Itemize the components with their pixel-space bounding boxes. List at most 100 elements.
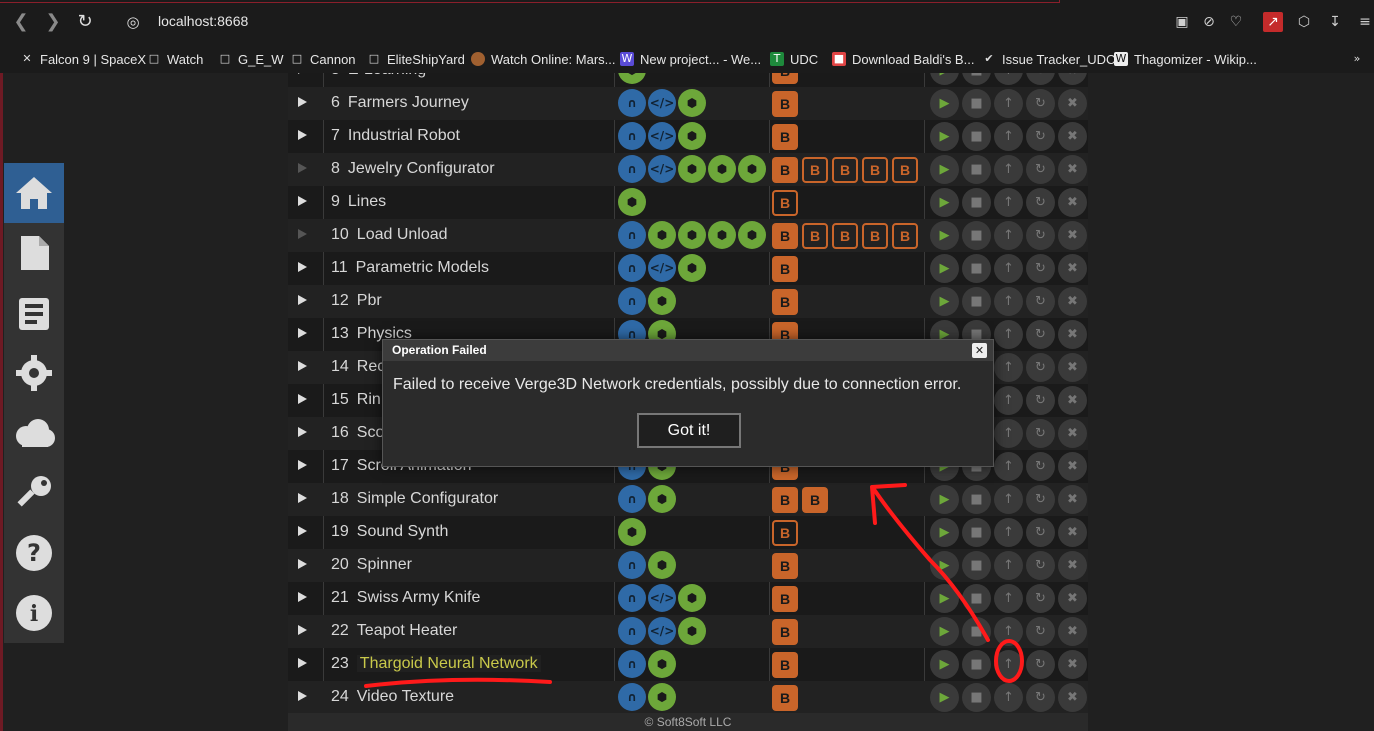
project-name[interactable]: 9 Lines xyxy=(331,193,386,211)
blend-file-icon[interactable]: B xyxy=(832,223,858,249)
cube-engine-icon[interactable]: ⬢ xyxy=(648,221,676,249)
cube-engine-icon[interactable]: ⬢ xyxy=(738,221,766,249)
table-row[interactable]: 22 Teapot Heater ∩ </> ⬢ B ▶ ■ ↑ ↻ ✖ xyxy=(288,615,1088,648)
run-icon[interactable]: ▶ xyxy=(930,89,959,118)
expand-arrow-icon[interactable] xyxy=(298,130,307,140)
update-icon[interactable]: ↻ xyxy=(1026,320,1055,349)
verge-engine-icon[interactable]: ∩ xyxy=(618,89,646,117)
cube-engine-icon[interactable]: ⬢ xyxy=(618,188,646,216)
update-icon[interactable]: ↻ xyxy=(1026,617,1055,646)
update-icon[interactable]: ↻ xyxy=(1026,584,1055,613)
expand-arrow-icon[interactable] xyxy=(298,97,307,107)
folder-icon[interactable]: ■ xyxy=(962,287,991,316)
forward-icon[interactable]: ❯ xyxy=(42,11,64,33)
bookmark-item[interactable]: Watch Online: Mars... xyxy=(471,50,616,68)
address-bar[interactable]: localhost:8668 xyxy=(158,13,248,29)
bookmarks-overflow-icon[interactable]: » xyxy=(1350,50,1364,68)
expand-arrow-icon[interactable] xyxy=(298,427,307,437)
document-icon[interactable] xyxy=(4,223,64,283)
cube-engine-icon[interactable]: ⬢ xyxy=(678,122,706,150)
folder-icon[interactable]: ■ xyxy=(962,551,991,580)
cube-engine-icon[interactable]: ⬢ xyxy=(708,155,736,183)
verge-engine-icon[interactable]: ∩ xyxy=(618,650,646,678)
upload-icon[interactable]: ↑ xyxy=(994,221,1023,250)
expand-arrow-icon[interactable] xyxy=(298,328,307,338)
home-icon[interactable] xyxy=(4,163,64,223)
expand-arrow-icon[interactable] xyxy=(298,196,307,206)
run-icon[interactable]: ▶ xyxy=(930,188,959,217)
cube-icon[interactable]: ⬡ xyxy=(1294,12,1314,32)
run-icon[interactable]: ▶ xyxy=(930,221,959,250)
verge-engine-icon[interactable]: ∩ xyxy=(618,287,646,315)
bookmark-item[interactable]: □ Watch xyxy=(147,50,204,68)
upload-icon[interactable]: ↑ xyxy=(994,551,1023,580)
upload-icon[interactable]: ↑ xyxy=(994,584,1023,613)
table-row[interactable]: 10 Load Unload ∩ ⬢ ⬢ ⬢ ⬢ B B B B B ▶ ■ ↑ ↻ ✖ xyxy=(288,219,1088,252)
blend-file-icon[interactable]: B xyxy=(802,157,828,183)
trash-icon[interactable]: ✖ xyxy=(1058,155,1087,184)
blend-file-icon[interactable]: B xyxy=(772,91,798,117)
upload-icon[interactable]: ↑ xyxy=(994,287,1023,316)
code-engine-icon[interactable]: </> xyxy=(648,617,676,645)
menu-icon[interactable]: ≡ xyxy=(1355,12,1374,32)
blend-file-icon[interactable]: B xyxy=(772,553,798,579)
blend-file-icon[interactable]: B xyxy=(862,223,888,249)
blend-file-icon[interactable]: B xyxy=(772,157,798,183)
folder-icon[interactable]: ■ xyxy=(962,617,991,646)
help-icon[interactable]: ? xyxy=(4,523,64,583)
cube-engine-icon[interactable]: ⬢ xyxy=(738,155,766,183)
block-icon[interactable]: ⊘ xyxy=(1199,12,1219,32)
cube-engine-icon[interactable]: ⬢ xyxy=(678,89,706,117)
blend-file-icon[interactable]: B xyxy=(772,487,798,513)
update-icon[interactable]: ↻ xyxy=(1026,485,1055,514)
upload-icon[interactable]: ↑ xyxy=(994,73,1023,85)
trash-icon[interactable]: ✖ xyxy=(1058,320,1087,349)
upload-icon[interactable]: ↑ xyxy=(994,254,1023,283)
blend-file-icon[interactable]: B xyxy=(832,157,858,183)
project-name[interactable]: 5 E-Learning xyxy=(331,73,426,79)
info-icon[interactable]: i xyxy=(4,583,64,643)
expand-arrow-icon[interactable] xyxy=(298,460,307,470)
run-icon[interactable]: ▶ xyxy=(930,650,959,679)
expand-arrow-icon[interactable] xyxy=(298,625,307,635)
download-icon[interactable]: ↧ xyxy=(1325,12,1345,32)
update-icon[interactable]: ↻ xyxy=(1026,353,1055,382)
blend-file-icon[interactable]: B xyxy=(772,256,798,282)
run-icon[interactable]: ▶ xyxy=(930,254,959,283)
expand-arrow-icon[interactable] xyxy=(298,229,307,239)
cube-engine-icon[interactable]: ⬢ xyxy=(678,254,706,282)
table-row[interactable]: 19 Sound Synth ⬢ B ▶ ■ ↑ ↻ ✖ xyxy=(288,516,1088,549)
cube-engine-icon[interactable]: ⬢ xyxy=(678,155,706,183)
trash-icon[interactable]: ✖ xyxy=(1058,485,1087,514)
trash-icon[interactable]: ✖ xyxy=(1058,386,1087,415)
project-name[interactable]: 20 Spinner xyxy=(331,556,412,574)
blend-file-icon[interactable]: B xyxy=(772,190,798,216)
trash-icon[interactable]: ✖ xyxy=(1058,650,1087,679)
upload-icon[interactable]: ↑ xyxy=(994,89,1023,118)
folder-icon[interactable]: ■ xyxy=(962,155,991,184)
trash-icon[interactable]: ✖ xyxy=(1058,221,1087,250)
table-row[interactable]: 11 Parametric Models ∩ </> ⬢ B ▶ ■ ↑ ↻ ✖ xyxy=(288,252,1088,285)
reload-icon[interactable]: ↻ xyxy=(74,11,96,33)
upload-icon[interactable]: ↑ xyxy=(994,485,1023,514)
folder-icon[interactable]: ■ xyxy=(962,683,991,712)
upload-icon[interactable]: ↑ xyxy=(994,617,1023,646)
cube-engine-icon[interactable]: ⬢ xyxy=(678,584,706,612)
expand-arrow-icon[interactable] xyxy=(298,73,307,74)
bookmark-item[interactable]: T UDC xyxy=(770,50,818,68)
blend-file-icon[interactable]: B xyxy=(772,223,798,249)
cube-engine-icon[interactable]: ⬢ xyxy=(648,287,676,315)
run-icon[interactable]: ▶ xyxy=(930,584,959,613)
project-name[interactable]: 12 Pbr xyxy=(331,292,382,310)
table-row[interactable]: 5 E-Learning ⬢ B ▶■↑↻✖ xyxy=(288,73,1088,87)
update-icon[interactable]: ↻ xyxy=(1026,683,1055,712)
upload-icon[interactable]: ↑ xyxy=(994,452,1023,481)
project-name[interactable]: 18 Simple Configurator xyxy=(331,490,498,508)
table-row[interactable]: 21 Swiss Army Knife ∩ </> ⬢ B ▶ ■ ↑ ↻ ✖ xyxy=(288,582,1088,615)
run-icon[interactable]: ▶ xyxy=(930,683,959,712)
verge-engine-icon[interactable]: ∩ xyxy=(618,221,646,249)
upload-icon[interactable]: ↑ xyxy=(994,386,1023,415)
folder-icon[interactable]: ■ xyxy=(962,254,991,283)
trash-icon[interactable]: ✖ xyxy=(1058,584,1087,613)
code-engine-icon[interactable]: </> xyxy=(648,584,676,612)
